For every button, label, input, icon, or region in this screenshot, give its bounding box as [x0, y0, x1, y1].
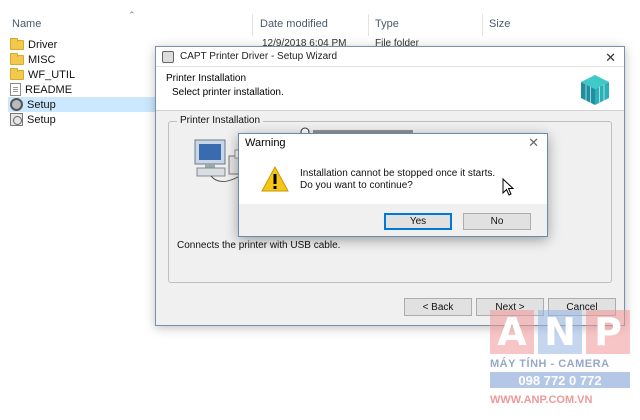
- yes-button[interactable]: Yes: [384, 213, 452, 230]
- wizard-title: CAPT Printer Driver - Setup Wizard: [180, 51, 338, 62]
- no-button[interactable]: No: [463, 213, 531, 230]
- setup-gear-icon: [10, 98, 23, 111]
- file-name: README: [25, 83, 73, 96]
- watermark-letter: P: [586, 310, 630, 354]
- file-name: Driver: [28, 38, 58, 51]
- column-header-size[interactable]: Size: [489, 18, 510, 30]
- document-icon: [10, 83, 21, 96]
- setup-config-icon: [10, 113, 23, 126]
- warning-body: Installation cannot be stopped once it s…: [239, 152, 547, 204]
- warning-title: Warning: [245, 137, 286, 149]
- back-button[interactable]: < Back: [404, 298, 472, 316]
- warning-message-line1: Installation cannot be stopped once it s…: [300, 168, 496, 179]
- close-icon[interactable]: ✕: [528, 135, 539, 151]
- usb-description: Connects the printer with USB cable.: [177, 240, 341, 251]
- cube-logo-icon: [581, 75, 609, 105]
- column-separator: [368, 14, 369, 36]
- anp-watermark: A N P MÁY TÍNH - CAMERA 098 772 0 772 WW…: [478, 300, 640, 420]
- file-name: Setup: [27, 113, 56, 126]
- folder-icon: [10, 37, 24, 50]
- column-separator: [482, 14, 483, 36]
- file-row-driver[interactable]: Driver: [10, 37, 155, 52]
- wizard-header-title: Printer Installation: [166, 73, 247, 84]
- warning-title-bar[interactable]: Warning: [239, 134, 547, 152]
- warning-message-line2: Do you want to continue?: [300, 180, 413, 191]
- wizard-header-subtitle: Select printer installation.: [172, 87, 284, 98]
- warning-triangle-icon: [261, 166, 289, 192]
- file-row-setup-ini[interactable]: Setup: [10, 112, 155, 127]
- file-name: WF_UTIL: [28, 68, 76, 81]
- folder-icon: [10, 52, 24, 65]
- column-separator: [252, 14, 253, 36]
- file-row-setup-exe[interactable]: Setup: [8, 97, 158, 112]
- watermark-tagline: MÁY TÍNH - CAMERA: [490, 358, 610, 370]
- column-header-date[interactable]: Date modified: [260, 18, 328, 30]
- file-row-readme[interactable]: README: [10, 82, 155, 97]
- wizard-header: Printer Installation Select printer inst…: [156, 67, 624, 111]
- watermark-url: WWW.ANP.COM.VN: [490, 394, 593, 406]
- app-icon: [162, 50, 174, 63]
- file-name: MISC: [28, 53, 56, 66]
- file-row-wf-util[interactable]: WF_UTIL: [10, 67, 155, 82]
- file-row-misc[interactable]: MISC: [10, 52, 155, 67]
- column-header-type[interactable]: Type: [375, 18, 399, 30]
- watermark-letter: A: [490, 310, 534, 354]
- watermark-phone: 098 772 0 772: [490, 372, 630, 388]
- close-icon[interactable]: ✕: [605, 50, 616, 66]
- column-header-name[interactable]: Name: [12, 18, 41, 30]
- file-name: Setup: [27, 98, 56, 111]
- mouse-cursor-icon: [502, 178, 515, 196]
- watermark-letter: N: [538, 310, 582, 354]
- group-label: Printer Installation: [177, 115, 264, 126]
- sort-up-icon: ⌃: [128, 10, 136, 20]
- wizard-title-bar[interactable]: CAPT Printer Driver - Setup Wizard: [156, 47, 624, 67]
- folder-icon: [10, 67, 24, 80]
